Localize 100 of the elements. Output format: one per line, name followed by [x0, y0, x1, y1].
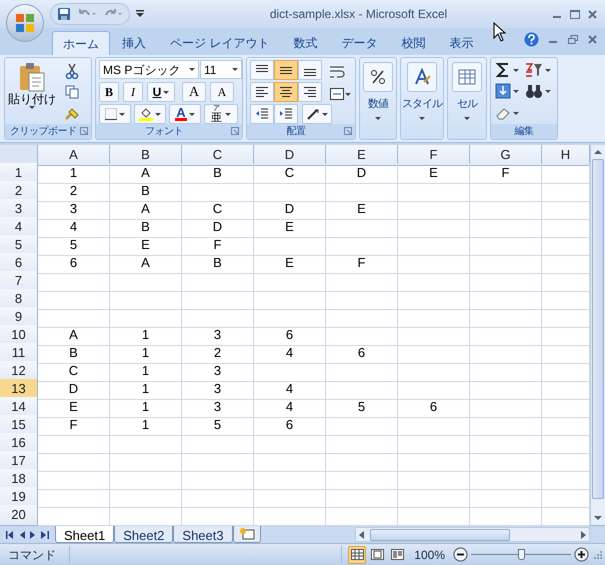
brush-icon[interactable] [64, 107, 80, 121]
table-cell[interactable] [326, 217, 398, 238]
resize-grip-icon[interactable] [593, 550, 603, 560]
table-cell[interactable] [326, 325, 398, 346]
ribbon-tab[interactable]: 校閲 [389, 31, 438, 55]
table-cell[interactable]: D [326, 163, 398, 184]
table-cell[interactable]: 6 [254, 325, 326, 346]
column-header[interactable]: C [182, 145, 254, 166]
table-cell[interactable] [38, 289, 110, 310]
column-header[interactable]: D [254, 145, 326, 166]
align-top-button[interactable] [250, 60, 274, 80]
table-cell[interactable]: D [182, 217, 254, 238]
fill-color-button[interactable] [134, 104, 166, 124]
table-cell[interactable] [110, 307, 182, 328]
table-cell[interactable] [182, 433, 254, 454]
table-cell[interactable]: D [38, 379, 110, 400]
maximize-icon[interactable] [570, 10, 580, 18]
table-cell[interactable]: B [110, 181, 182, 202]
table-cell[interactable] [254, 181, 326, 202]
table-cell[interactable] [326, 487, 398, 508]
table-cell[interactable] [470, 181, 542, 202]
table-cell[interactable] [326, 433, 398, 454]
cells-button[interactable]: セル [450, 60, 484, 137]
table-cell[interactable] [326, 379, 398, 400]
table-cell[interactable] [110, 433, 182, 454]
table-cell[interactable]: 1 [38, 163, 110, 184]
table-cell[interactable] [398, 217, 470, 238]
table-cell[interactable] [398, 469, 470, 490]
align-right-button[interactable] [298, 82, 322, 102]
align-bottom-button[interactable] [298, 60, 322, 80]
number-format-button[interactable]: 数値 [362, 60, 394, 137]
table-cell[interactable] [326, 181, 398, 202]
table-cell[interactable] [254, 433, 326, 454]
dialog-launcher-icon[interactable] [80, 127, 88, 135]
table-cell[interactable] [38, 451, 110, 472]
ribbon-tab[interactable]: ホーム [52, 31, 110, 55]
table-cell[interactable] [470, 235, 542, 256]
zoom-in-icon[interactable] [574, 547, 589, 562]
table-cell[interactable]: 3 [182, 361, 254, 382]
table-cell[interactable] [182, 451, 254, 472]
bold-button[interactable]: B [99, 82, 119, 102]
table-cell[interactable] [326, 307, 398, 328]
table-cell[interactable]: C [254, 163, 326, 184]
table-cell[interactable]: E [38, 397, 110, 418]
table-cell[interactable]: F [182, 235, 254, 256]
increase-indent-button[interactable] [274, 104, 298, 124]
table-cell[interactable] [182, 289, 254, 310]
close-icon[interactable] [588, 35, 597, 44]
table-cell[interactable]: 6 [326, 343, 398, 364]
table-cell[interactable] [110, 451, 182, 472]
table-cell[interactable] [254, 271, 326, 292]
table-cell[interactable] [38, 271, 110, 292]
last-sheet-icon[interactable] [41, 530, 49, 538]
next-sheet-icon[interactable] [30, 530, 36, 538]
scissors-icon[interactable] [65, 63, 79, 79]
table-cell[interactable] [182, 307, 254, 328]
ribbon-tab[interactable]: ページ レイアウト [158, 31, 282, 55]
table-cell[interactable]: A [110, 199, 182, 220]
sheet-tab[interactable]: Sheet3 [173, 526, 233, 542]
column-header[interactable]: A [38, 145, 110, 166]
table-cell[interactable]: 4 [254, 343, 326, 364]
table-cell[interactable] [38, 469, 110, 490]
table-cell[interactable]: 3 [38, 199, 110, 220]
table-cell[interactable] [254, 469, 326, 490]
sheet-tab[interactable]: Sheet2 [114, 526, 174, 542]
table-cell[interactable] [398, 451, 470, 472]
help-icon[interactable] [524, 32, 539, 47]
table-cell[interactable] [38, 433, 110, 454]
table-cell[interactable]: 2 [38, 181, 110, 202]
table-cell[interactable]: F [470, 163, 542, 184]
align-center-button[interactable] [274, 82, 298, 102]
orientation-button[interactable] [302, 104, 332, 124]
table-cell[interactable] [254, 451, 326, 472]
table-cell[interactable]: D [254, 199, 326, 220]
table-cell[interactable] [254, 289, 326, 310]
table-cell[interactable]: E [110, 235, 182, 256]
table-cell[interactable]: 3 [182, 325, 254, 346]
zoom-slider[interactable] [471, 547, 571, 562]
table-cell[interactable] [398, 235, 470, 256]
table-cell[interactable] [470, 289, 542, 310]
table-cell[interactable]: 5 [182, 415, 254, 436]
autosum-button[interactable] [495, 62, 519, 78]
table-cell[interactable]: F [326, 253, 398, 274]
table-cell[interactable] [110, 289, 182, 310]
table-cell[interactable] [326, 271, 398, 292]
decrease-indent-button[interactable] [250, 104, 274, 124]
table-cell[interactable] [398, 253, 470, 274]
table-cell[interactable]: A [110, 163, 182, 184]
copy-icon[interactable] [65, 85, 79, 99]
table-cell[interactable] [326, 361, 398, 382]
vertical-scrollbar[interactable] [590, 145, 605, 525]
table-cell[interactable]: C [182, 199, 254, 220]
table-cell[interactable]: 3 [182, 379, 254, 400]
table-cell[interactable]: A [110, 253, 182, 274]
table-cell[interactable]: 3 [182, 397, 254, 418]
column-header[interactable]: B [110, 145, 182, 166]
table-cell[interactable]: E [254, 217, 326, 238]
borders-button[interactable] [99, 104, 131, 124]
table-cell[interactable]: 1 [110, 379, 182, 400]
dialog-launcher-icon[interactable] [231, 127, 239, 135]
